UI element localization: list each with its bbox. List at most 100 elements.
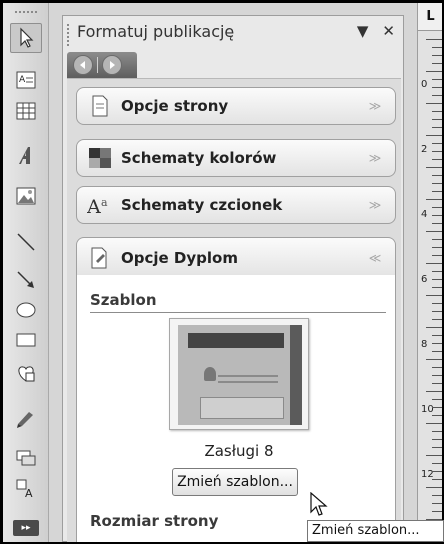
hotspot-icon [16,450,36,466]
tab-selector[interactable]: L [418,3,442,31]
forward-arrow-icon[interactable] [102,55,122,75]
ruler-tick [432,447,442,448]
font-scheme-icon: Aa [87,192,113,218]
section-page-options[interactable]: Opcje strony ≫ [76,87,396,125]
ruler-tick [432,319,442,320]
ruler-tick [432,47,442,48]
design-gallery-icon [17,412,33,428]
pane-grip[interactable] [67,24,70,46]
table-icon [16,102,36,120]
select-tool-button[interactable] [10,23,42,53]
svg-text:A: A [25,487,33,500]
ruler-tick [432,335,442,336]
ruler-number: 0 [421,79,428,90]
ruler-tick [432,495,442,496]
arrow-tool-button[interactable] [10,265,42,295]
text-box-tool-button[interactable]: A [10,65,42,95]
design-gallery-tool-button[interactable] [10,403,42,433]
svg-text:A: A [87,196,101,216]
svg-text:A: A [19,75,26,85]
ruler-tick [432,279,442,280]
ruler-tick [432,127,442,128]
section-font-schemes[interactable]: Aa Schematy czcionek ≫ [76,186,396,224]
autoshapes-icon [18,366,35,382]
ruler-tick [432,303,442,304]
ruler-number: 2 [421,144,428,155]
ruler-tick [432,375,442,376]
ruler-tick [432,439,442,440]
ruler-tick [432,511,442,512]
section-certificate-options[interactable]: Opcje Dyplom ≪ [76,237,396,277]
ruler-tick [432,87,442,88]
ruler-tick [432,111,442,112]
ruler-tick [426,455,442,456]
back-arrow-icon[interactable] [73,55,93,75]
wordart-tool-button[interactable] [10,141,42,171]
ruler-tick [432,55,442,56]
ruler-tick [426,103,442,104]
ruler-tick [432,159,442,160]
color-scheme-icon [87,145,113,171]
toolbar-overflow-button[interactable]: ▸▸ [13,520,39,536]
ruler-tick [432,255,442,256]
page-options-icon [87,93,113,119]
chevron-up-icon: ≪ [368,250,382,265]
certificate-options-icon [87,245,113,271]
ruler-number: 8 [421,339,428,350]
mouse-pointer-icon [310,492,328,516]
table-tool-button[interactable] [10,96,42,126]
ruler-tick [432,399,442,400]
section-color-schemes[interactable]: Schematy kolorów ≫ [76,139,396,177]
objects-toolbar: A A ▸▸ [3,3,49,542]
ruler-tick [426,199,442,200]
ruler-tick [426,327,442,328]
form-control-tool-button[interactable]: A [10,473,42,503]
ruler-tick [426,231,442,232]
pane-menu-dropdown-icon[interactable]: ▼ [357,22,369,40]
section-label: Schematy czcionek [121,196,283,214]
pane-close-icon[interactable]: ✕ [382,22,395,40]
ruler-tick [432,271,442,272]
toolbar-grip[interactable] [15,11,37,14]
ruler-tick [426,39,442,40]
ruler-tick [426,359,442,360]
picture-tool-button[interactable] [10,181,42,211]
chevron-down-icon: ≫ [368,151,382,165]
ruler-tick [432,175,442,176]
thumbnail-text-lines [218,375,278,377]
ruler-tick [432,479,442,480]
line-tool-button[interactable] [10,227,42,257]
form-control-icon: A [16,479,33,500]
thumbnail-title-bar [188,333,284,348]
ruler-tick [426,263,442,264]
arrow-icon [17,271,34,288]
hotspot-tool-button[interactable] [10,443,42,473]
ruler-tick [432,311,442,312]
line-icon [17,233,35,251]
page-size-heading: Rozmiar strony [90,512,219,530]
ruler-tick [426,391,442,392]
change-template-tooltip: Zmień szablon... [307,520,444,542]
ruler-tick [426,135,442,136]
ruler-tick [432,383,442,384]
ruler-tick [426,487,442,488]
ruler-tick [432,215,442,216]
ruler-tick [426,423,442,424]
autoshapes-tool-button[interactable] [10,358,42,388]
thumbnail-page [178,325,302,425]
rectangle-tool-button[interactable] [10,325,42,355]
template-name: Zasługi 8 [204,442,274,460]
ruler-tick [432,63,442,64]
ruler-tick [432,79,442,80]
template-thumbnail[interactable] [169,318,309,430]
ruler-tick [432,471,442,472]
pane-title: Formatuj publikację [77,22,235,41]
ruler-tick [432,247,442,248]
chevron-down-icon: ≫ [368,198,382,212]
ruler-tick [426,295,442,296]
oval-tool-button[interactable] [10,295,42,325]
change-template-button[interactable]: Zmień szablon... [172,468,298,496]
vertical-ruler: L 0 2 4 6 8 10 12 [417,3,442,542]
ruler-tick [432,407,442,408]
template-heading: Szablon [90,291,157,309]
